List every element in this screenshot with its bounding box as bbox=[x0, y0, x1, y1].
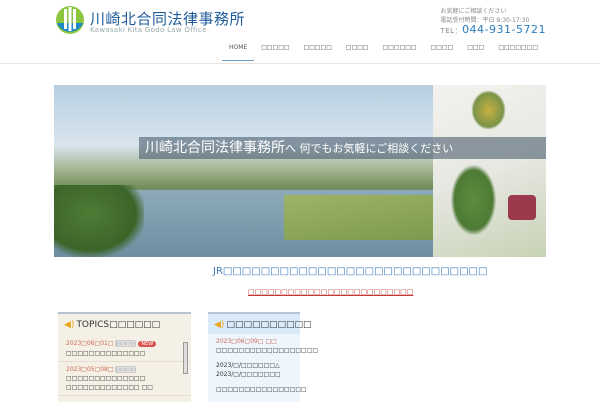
item-text[interactable]: □□□□□□□□□□□□□□ bbox=[66, 350, 145, 357]
speaker-icon: ◀) bbox=[64, 320, 75, 330]
hero-slogan: 川崎北合同法律事務所へ 何でもお気軽にご相談ください bbox=[139, 137, 546, 159]
logo-icon[interactable] bbox=[55, 5, 85, 35]
contact-line: お気軽にご相談ください bbox=[440, 8, 507, 15]
nav-item[interactable]: □□□ bbox=[460, 42, 491, 61]
tel-number[interactable]: 044-931-5721 bbox=[462, 23, 546, 36]
nav-item[interactable]: □□□□□□□ bbox=[491, 42, 545, 61]
item-date: 2023□05□08□ bbox=[66, 366, 114, 373]
item-tag: □□□ bbox=[115, 366, 137, 373]
chair-image bbox=[508, 195, 536, 220]
nav-item[interactable]: □□□□ bbox=[424, 42, 461, 61]
list-item[interactable]: 2023□05□08□ □□□ □□□□□□□□□□□□□□ □□□□□□□□□□… bbox=[58, 362, 191, 396]
item-date: 2023□06□01□ bbox=[66, 340, 114, 347]
item-text[interactable]: □□□□□□□□□□□□□□□□□□ bbox=[216, 347, 318, 354]
flower-image bbox=[471, 90, 506, 130]
slogan-name: 川崎北合同法律事務所 bbox=[145, 140, 285, 156]
trees-image bbox=[54, 185, 144, 257]
hero-banner: 川崎北合同法律事務所へ 何でもお気軽にご相談ください bbox=[54, 85, 546, 257]
speaker-icon: ◀) bbox=[214, 320, 225, 330]
item-tag: □□□ bbox=[115, 340, 137, 347]
topics-title: TOPICS□□□□□□ bbox=[76, 320, 161, 330]
contact-info: お気軽にご相談ください 電話受付時間：平日 9:30-17:30 TEL：044… bbox=[440, 7, 546, 36]
tel-label: TEL： bbox=[440, 27, 463, 35]
notice-panel: ◀) □□□□□□□□□□ 2023□06□09□ □□ □□□□□□□□□□□□□… bbox=[208, 312, 318, 402]
nav-item[interactable]: □□□□□ bbox=[297, 42, 339, 61]
slogan-tail: へ 何でもお気軽にご相談ください bbox=[285, 142, 454, 155]
site-subtitle: Kawasaki Kita Godo Law Office bbox=[90, 26, 207, 34]
list-item[interactable]: 2023/□/□□□□□□△ 2023/□/□□□□□□□ bbox=[208, 358, 300, 382]
riverbank-image bbox=[284, 195, 434, 240]
new-badge: NEW bbox=[138, 341, 157, 347]
notice-title: □□□□□□□□□□ bbox=[226, 320, 312, 330]
office-photo bbox=[433, 85, 546, 257]
item-text[interactable]: 2023/□/□□□□□□△ 2023/□/□□□□□□□ bbox=[216, 362, 281, 378]
item-text[interactable]: □□□□□□□□□□□□□□ □□□□□□□□□□□□□ □□ bbox=[66, 375, 153, 391]
item-date: 2023□06□09□ □□ bbox=[216, 338, 277, 345]
scrollbar[interactable] bbox=[183, 342, 188, 374]
item-text[interactable]: □□□□□□□□□□□□□□□□ bbox=[216, 386, 307, 393]
plant-image bbox=[451, 165, 496, 235]
nav-item[interactable]: □□□□□ bbox=[254, 42, 296, 61]
main-nav: HOME □□□□□ □□□□□ □□□□ □□□□□□ □□□□ □□□ □□… bbox=[221, 42, 545, 61]
lead-text: JR□□□□□□□□□□□□□□□□□□□□□□□□□□□□ bbox=[213, 266, 488, 277]
list-item[interactable]: □□□□□□□□□□□□□□□□ bbox=[208, 382, 307, 397]
site-header: 川崎北合同法律事務所 Kawasaki Kita Godo Law Office… bbox=[0, 0, 600, 64]
list-item[interactable]: 2023□06□01□ □□□ NEW □□□□□□□□□□□□□□ bbox=[58, 336, 191, 362]
topics-panel: ◀) TOPICS□□□□□□ 2023□06□01□ □□□ NEW □□□□□□… bbox=[58, 312, 191, 402]
highlight-link[interactable]: □□□□□□□□□□□□□□□□□□□□□□□□□ bbox=[248, 288, 413, 296]
nav-home[interactable]: HOME bbox=[221, 42, 255, 61]
list-item[interactable]: 2023□06□09□ □□ □□□□□□□□□□□□□□□□□□ bbox=[208, 334, 318, 358]
nav-item[interactable]: □□□□□□ bbox=[376, 42, 424, 61]
nav-item[interactable]: □□□□ bbox=[339, 42, 376, 61]
